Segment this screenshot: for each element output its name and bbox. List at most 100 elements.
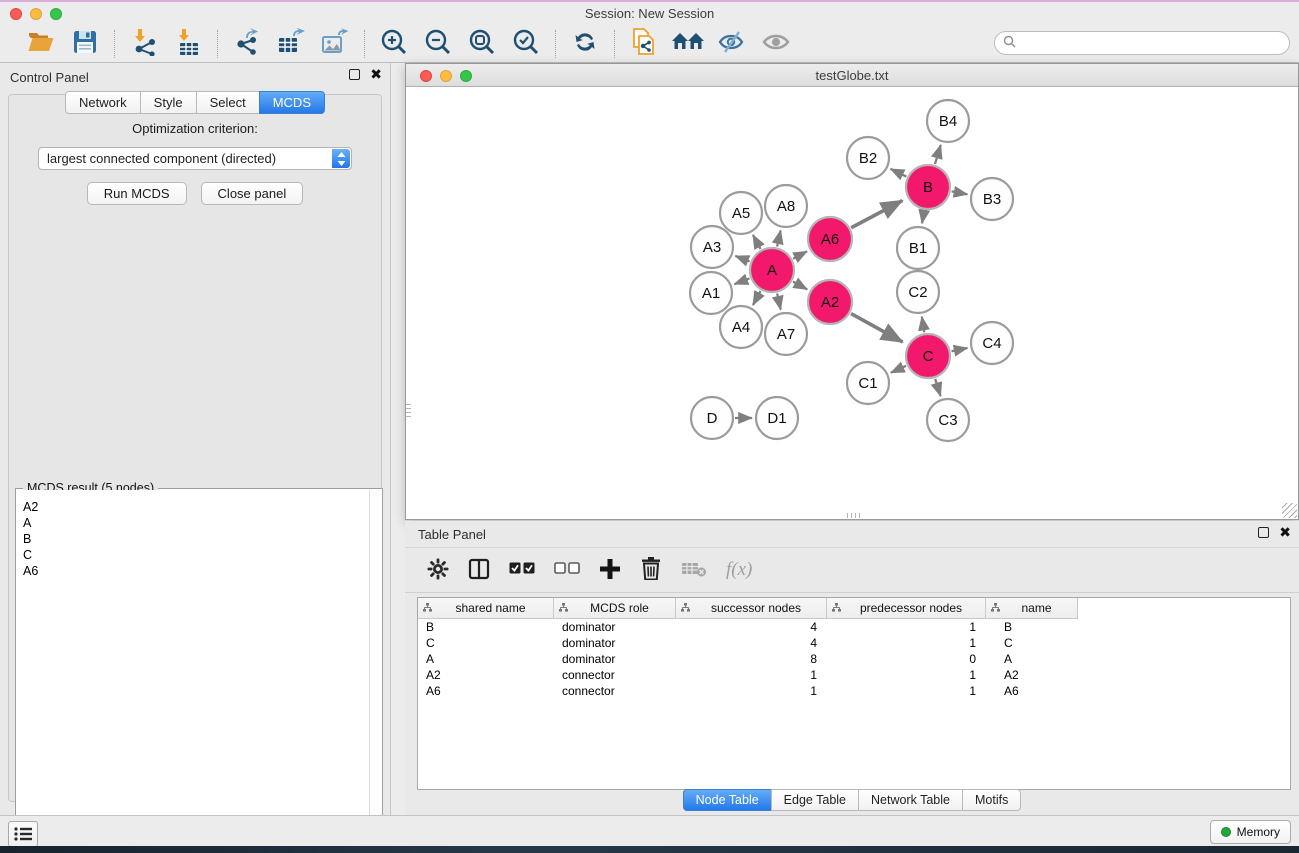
node-C1[interactable]: C1 xyxy=(847,362,889,404)
edge-C-C2[interactable] xyxy=(922,317,924,333)
edge-C-C4[interactable] xyxy=(952,348,968,351)
edge-B-B1[interactable] xyxy=(922,211,924,224)
tab-edge-table[interactable]: Edge Table xyxy=(771,789,859,811)
tab-motifs[interactable]: Motifs xyxy=(962,789,1021,811)
import-table-button[interactable] xyxy=(173,29,203,59)
hide-details-button[interactable] xyxy=(717,29,747,59)
table-row[interactable]: Adominator80A xyxy=(418,651,1290,667)
close-panel-icon[interactable]: ✖ xyxy=(370,69,382,80)
tab-mcds[interactable]: MCDS xyxy=(259,91,325,114)
node-A5[interactable]: A5 xyxy=(720,192,762,234)
node-B2[interactable]: B2 xyxy=(847,137,889,179)
edge-C-C3[interactable] xyxy=(935,379,940,396)
home-button[interactable] xyxy=(673,29,703,59)
export-table-button[interactable] xyxy=(276,29,306,59)
criterion-dropdown[interactable]: largest connected component (directed) xyxy=(38,147,352,170)
edge-B-B4[interactable] xyxy=(935,145,941,164)
edge-C-C1[interactable] xyxy=(891,366,906,373)
edge-B-B2[interactable] xyxy=(891,169,907,177)
edge-A6-B[interactable] xyxy=(851,201,902,228)
destroy-table-button[interactable] xyxy=(681,558,707,582)
tab-style[interactable]: Style xyxy=(140,91,197,114)
minimize-network-window-button[interactable] xyxy=(440,70,452,82)
column-header-MCDS-role[interactable]: MCDS role xyxy=(554,598,676,619)
node-B3[interactable]: B3 xyxy=(971,178,1013,220)
minimize-window-button[interactable] xyxy=(30,8,42,20)
tab-node-table[interactable]: Node Table xyxy=(683,789,772,811)
mcds-result-item[interactable]: C xyxy=(23,547,369,563)
node-A3[interactable]: A3 xyxy=(691,226,733,268)
mcds-result-item[interactable]: A xyxy=(23,515,369,531)
run-mcds-button[interactable]: Run MCDS xyxy=(87,182,187,205)
zoom-in-button[interactable] xyxy=(379,29,409,59)
open-session-button[interactable] xyxy=(26,29,56,59)
edge-A-A8[interactable] xyxy=(777,230,781,246)
import-network-button[interactable] xyxy=(129,29,159,59)
search-input[interactable] xyxy=(1021,34,1289,52)
task-history-button[interactable] xyxy=(8,821,38,847)
columns-button[interactable] xyxy=(468,558,490,582)
zoom-selected-button[interactable] xyxy=(511,29,541,59)
add-button[interactable] xyxy=(599,558,621,582)
select-all-button[interactable] xyxy=(509,558,535,582)
function-builder-button[interactable]: f(x) xyxy=(726,558,752,582)
node-A4[interactable]: A4 xyxy=(720,306,762,348)
zoom-window-button[interactable] xyxy=(50,8,62,20)
tab-network[interactable]: Network xyxy=(65,91,141,114)
close-panel-button[interactable]: Close panel xyxy=(201,182,304,205)
table-row[interactable]: Bdominator41B xyxy=(418,619,1290,635)
network-canvas[interactable]: B4B2BB3A8A5A6A3B1AC2A1A2A4A7C4CC1C3DD1 xyxy=(407,88,1297,518)
edge-A-A6[interactable] xyxy=(793,251,807,258)
tab-select[interactable]: Select xyxy=(196,91,260,114)
window-resize-grip[interactable] xyxy=(1282,503,1297,518)
edge-A-A4[interactable] xyxy=(753,291,761,305)
close-window-button[interactable] xyxy=(10,8,22,20)
node-A6[interactable]: A6 xyxy=(808,217,852,261)
node-A8[interactable]: A8 xyxy=(765,185,807,227)
zoom-network-window-button[interactable] xyxy=(460,70,472,82)
node-C2[interactable]: C2 xyxy=(897,271,939,313)
result-scrollbar[interactable] xyxy=(369,490,381,827)
column-header-shared-name[interactable]: shared name xyxy=(418,598,554,619)
mcds-result-item[interactable]: B xyxy=(23,531,369,547)
node-A1[interactable]: A1 xyxy=(690,272,732,314)
node-D[interactable]: D xyxy=(691,397,733,439)
node-C3[interactable]: C3 xyxy=(927,399,969,441)
node-C[interactable]: C xyxy=(906,334,950,378)
gear-button[interactable] xyxy=(427,558,449,582)
refresh-button[interactable] xyxy=(570,29,600,59)
node-A2[interactable]: A2 xyxy=(808,280,852,324)
mcds-result-item[interactable]: A2 xyxy=(23,499,369,515)
memory-button[interactable]: Memory xyxy=(1210,820,1291,844)
node-B[interactable]: B xyxy=(906,165,950,209)
edge-B-B3[interactable] xyxy=(952,191,968,194)
node-C4[interactable]: C4 xyxy=(971,322,1013,364)
node-A7[interactable]: A7 xyxy=(765,313,807,355)
node-B4[interactable]: B4 xyxy=(927,100,969,142)
table-row[interactable]: A2connector11A2 xyxy=(418,667,1290,683)
panel-divider-grip[interactable] xyxy=(406,404,411,420)
table-row[interactable]: A6connector11A6 xyxy=(418,683,1290,699)
float-panel-icon[interactable] xyxy=(349,69,360,80)
clone-network-button[interactable] xyxy=(629,29,659,59)
node-D1[interactable]: D1 xyxy=(756,397,798,439)
edge-A-A3[interactable] xyxy=(735,256,749,261)
edge-A-A1[interactable] xyxy=(734,278,749,284)
mcds-result-item[interactable]: A6 xyxy=(23,563,369,579)
trash-button[interactable] xyxy=(640,558,662,582)
table-row[interactable]: Cdominator41C xyxy=(418,635,1290,651)
edge-A-A7[interactable] xyxy=(777,293,781,309)
node-B1[interactable]: B1 xyxy=(897,227,939,269)
zoom-fit-button[interactable] xyxy=(467,29,497,59)
column-header-successor-nodes[interactable]: successor nodes xyxy=(676,598,827,619)
edge-A-A2[interactable] xyxy=(793,282,807,290)
tab-network-table[interactable]: Network Table xyxy=(858,789,963,811)
zoom-out-button[interactable] xyxy=(423,29,453,59)
save-session-button[interactable] xyxy=(70,29,100,59)
edge-A2-C[interactable] xyxy=(851,314,903,342)
search-field[interactable] xyxy=(994,31,1290,55)
close-table-panel-icon[interactable]: ✖ xyxy=(1279,527,1291,538)
column-header-name[interactable]: name xyxy=(986,598,1078,619)
export-network-button[interactable] xyxy=(232,29,262,59)
column-header-predecessor-nodes[interactable]: predecessor nodes xyxy=(827,598,986,619)
